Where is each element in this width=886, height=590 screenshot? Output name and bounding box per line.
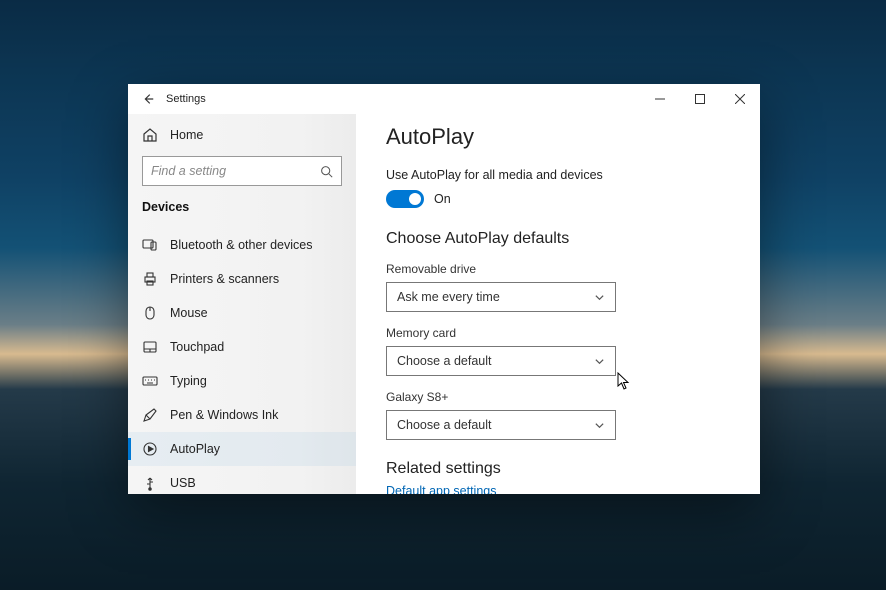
sidebar-item-autoplay[interactable]: AutoPlay xyxy=(128,432,356,466)
sidebar-item-usb[interactable]: USB xyxy=(128,466,356,500)
touchpad-icon xyxy=(142,339,158,355)
toggle-state-label: On xyxy=(434,192,451,206)
dropdown-value: Choose a default xyxy=(397,418,492,432)
sidebar-item-bluetooth[interactable]: Bluetooth & other devices xyxy=(128,228,356,262)
field-label-memory-card: Memory card xyxy=(386,326,730,340)
sidebar-item-pen[interactable]: Pen & Windows Ink xyxy=(128,398,356,432)
arrow-left-icon xyxy=(141,92,155,106)
window-title: Settings xyxy=(166,93,206,105)
related-heading: Related settings xyxy=(386,460,730,478)
maximize-icon xyxy=(695,94,705,104)
dropdown-galaxy-s8[interactable]: Choose a default xyxy=(386,410,616,440)
dropdown-memory-card[interactable]: Choose a default xyxy=(386,346,616,376)
sidebar-item-printers[interactable]: Printers & scanners xyxy=(128,262,356,296)
back-button[interactable] xyxy=(134,85,162,113)
defaults-heading: Choose AutoPlay defaults xyxy=(386,230,730,248)
sidebar-item-mouse[interactable]: Mouse xyxy=(128,296,356,330)
devices-icon xyxy=(142,237,158,253)
sidebar: Home Devices Bluetooth & other devices xyxy=(128,114,356,494)
search-icon xyxy=(320,165,333,178)
keyboard-icon xyxy=(142,373,158,389)
close-icon xyxy=(735,94,745,104)
search-input[interactable] xyxy=(151,164,320,178)
printer-icon xyxy=(142,271,158,287)
page-title: AutoPlay xyxy=(386,124,730,150)
content-pane: AutoPlay Use AutoPlay for all media and … xyxy=(356,114,760,494)
sidebar-item-label: Touchpad xyxy=(170,340,224,354)
settings-window: Settings Home xyxy=(128,84,760,494)
minimize-icon xyxy=(655,94,665,104)
dropdown-removable-drive[interactable]: Ask me every time xyxy=(386,282,616,312)
search-input-wrap[interactable] xyxy=(142,156,342,186)
sidebar-item-touchpad[interactable]: Touchpad xyxy=(128,330,356,364)
sidebar-item-label: Typing xyxy=(170,374,207,388)
sidebar-item-label: USB xyxy=(170,476,196,490)
toggle-caption: Use AutoPlay for all media and devices xyxy=(386,168,730,182)
sidebar-item-label: Bluetooth & other devices xyxy=(170,238,312,252)
dropdown-value: Ask me every time xyxy=(397,290,500,304)
sidebar-item-label: Mouse xyxy=(170,306,208,320)
autoplay-toggle[interactable] xyxy=(386,190,424,208)
link-default-app-settings[interactable]: Default app settings xyxy=(386,484,730,494)
chevron-down-icon xyxy=(594,292,605,303)
maximize-button[interactable] xyxy=(680,84,720,114)
autoplay-icon xyxy=(142,441,158,457)
sidebar-item-label: AutoPlay xyxy=(170,442,220,456)
sidebar-item-label: Printers & scanners xyxy=(170,272,279,286)
field-label-removable-drive: Removable drive xyxy=(386,262,730,276)
sidebar-home-label: Home xyxy=(170,128,203,142)
chevron-down-icon xyxy=(594,356,605,367)
chevron-down-icon xyxy=(594,420,605,431)
titlebar: Settings xyxy=(128,84,760,114)
close-button[interactable] xyxy=(720,84,760,114)
dropdown-value: Choose a default xyxy=(397,354,492,368)
sidebar-nav: Bluetooth & other devices Printers & sca… xyxy=(128,228,356,500)
pen-icon xyxy=(142,407,158,423)
usb-icon xyxy=(142,475,158,491)
sidebar-section-label: Devices xyxy=(128,200,356,214)
field-label-galaxy-s8: Galaxy S8+ xyxy=(386,390,730,404)
mouse-icon xyxy=(142,305,158,321)
minimize-button[interactable] xyxy=(640,84,680,114)
home-icon xyxy=(142,127,158,143)
sidebar-item-label: Pen & Windows Ink xyxy=(170,408,278,422)
sidebar-home[interactable]: Home xyxy=(142,118,342,152)
sidebar-item-typing[interactable]: Typing xyxy=(128,364,356,398)
